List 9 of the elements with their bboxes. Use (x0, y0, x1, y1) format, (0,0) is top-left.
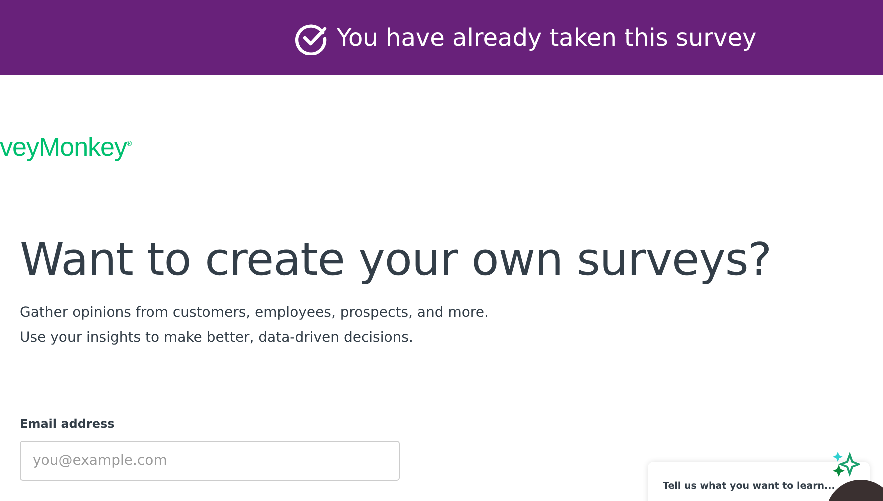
promo-card[interactable]: Tell us what you want to learn... (648, 462, 870, 501)
promo-text: Tell us what you want to learn... (663, 480, 836, 494)
banner-message: You have already taken this survey (337, 22, 757, 54)
email-field[interactable]: you@example.com (20, 440, 400, 480)
page-heading: Want to create your own surveys? (20, 235, 773, 284)
intro-text: Use your insights to make better, data-driven decisions. (20, 328, 414, 348)
sparkle-icon (832, 451, 860, 479)
intro-text: Gather opinions from customers, employees, prospects, and more. (20, 304, 490, 322)
field-label: Email address (20, 416, 116, 432)
